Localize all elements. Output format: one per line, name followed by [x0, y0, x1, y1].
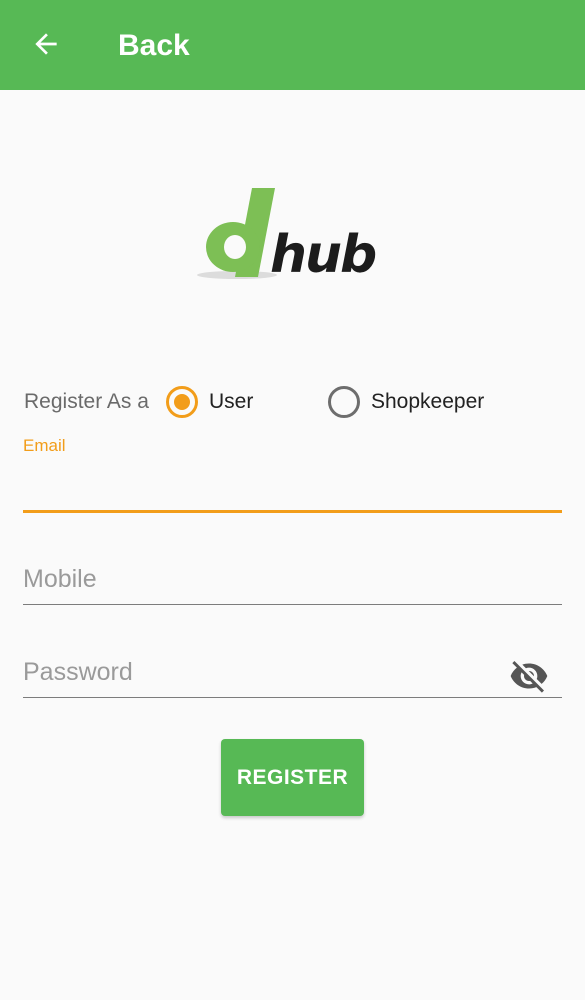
password-field[interactable]	[23, 648, 562, 698]
arrow-left-icon[interactable]	[30, 28, 62, 60]
radio-user-label[interactable]: User	[209, 388, 253, 416]
radio-user[interactable]	[166, 386, 198, 418]
eye-off-icon[interactable]	[509, 656, 549, 696]
register-button[interactable]: REGISTER	[221, 739, 364, 816]
register-screen: Back hub Register As a User Shopkeeper E…	[0, 0, 585, 1000]
back-title[interactable]: Back	[118, 26, 190, 66]
logo-wordmark: hub	[270, 225, 377, 285]
radio-shopkeeper[interactable]	[328, 386, 360, 418]
register-as-label: Register As a	[24, 390, 149, 413]
app-bar: Back	[0, 0, 585, 90]
mobile-field[interactable]	[23, 555, 562, 605]
email-field[interactable]	[23, 463, 562, 513]
email-label: Email	[23, 436, 66, 455]
radio-shopkeeper-label[interactable]: Shopkeeper	[371, 388, 484, 416]
